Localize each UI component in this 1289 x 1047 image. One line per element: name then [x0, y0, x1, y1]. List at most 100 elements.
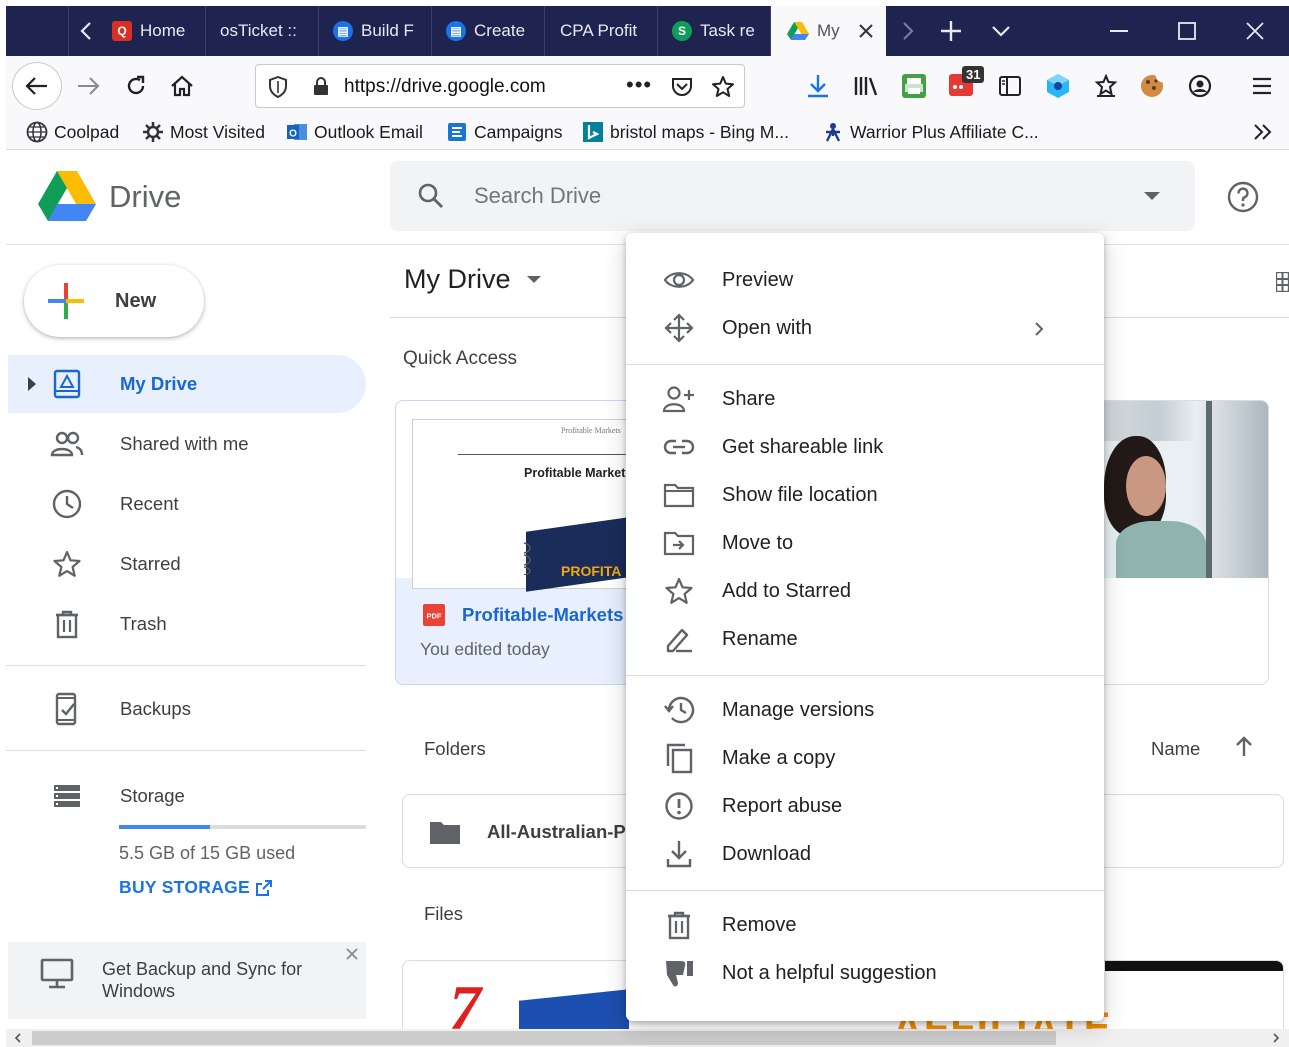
- menu-item-preview[interactable]: Preview: [626, 256, 1104, 304]
- close-icon[interactable]: [346, 948, 358, 960]
- reload-icon: [127, 75, 145, 95]
- downloads-button[interactable]: [800, 68, 836, 104]
- bookmark-coolpad[interactable]: Coolpad: [26, 114, 119, 150]
- sidebar-item-starred[interactable]: Starred: [8, 535, 366, 593]
- url-bar[interactable]: https://drive.google.com •••: [255, 64, 745, 108]
- computer-icon: [40, 958, 74, 989]
- tab-scroll-left-button[interactable]: [66, 6, 106, 56]
- my-drive-icon: [50, 367, 84, 401]
- extension-print-button[interactable]: [896, 68, 932, 104]
- menu-item-move-to[interactable]: Move to: [626, 519, 1104, 567]
- copy-icon: [662, 741, 696, 775]
- move-to-icon: [662, 526, 696, 560]
- drive-logo-icon[interactable]: [38, 170, 96, 222]
- menu-item-add-to-starred[interactable]: Add to Starred: [626, 567, 1104, 615]
- menu-item-not-a-helpful-suggestion[interactable]: Not a helpful suggestion: [626, 949, 1104, 997]
- bookmark-star-icon[interactable]: [711, 75, 735, 99]
- folder-name: All-Australian-P: [487, 821, 626, 842]
- bookmark-most-visited[interactable]: Most Visited: [142, 114, 265, 150]
- account-button[interactable]: [1182, 68, 1218, 104]
- search-icon[interactable]: [418, 183, 444, 209]
- chevron-left-icon[interactable]: [14, 1033, 22, 1043]
- back-button[interactable]: [12, 62, 62, 110]
- tab-build[interactable]: ▤ Build F: [319, 6, 432, 56]
- sidebar-item-trash[interactable]: Trash: [8, 595, 366, 653]
- tab-scroll-right-button[interactable]: [891, 6, 925, 56]
- extension-cube-button[interactable]: [1040, 68, 1076, 104]
- menu-divider: [626, 890, 1104, 891]
- list-tabs-button[interactable]: [976, 6, 1026, 56]
- tab-home[interactable]: Q Home: [106, 6, 206, 56]
- reload-button[interactable]: [116, 66, 156, 106]
- new-button[interactable]: New: [24, 265, 204, 337]
- tab-task[interactable]: S Task re: [658, 6, 771, 56]
- calendar-badge: 31: [962, 66, 985, 83]
- sidebar-toggle-button[interactable]: [992, 68, 1028, 104]
- clock-icon: [50, 487, 84, 521]
- scrollbar-thumb[interactable]: [32, 1031, 1056, 1045]
- sidebar-item-shared-with-me[interactable]: Shared with me: [8, 415, 366, 473]
- search-bar[interactable]: [390, 161, 1195, 231]
- extension-award-button[interactable]: [1088, 68, 1124, 104]
- backup-promo[interactable]: Get Backup and Sync for Windows: [8, 942, 366, 1019]
- bookmark-bristol-maps[interactable]: bristol maps - Bing M...: [582, 114, 789, 150]
- close-window-button[interactable]: [1222, 6, 1288, 56]
- buy-storage-link[interactable]: BUY STORAGE: [119, 877, 273, 898]
- sidebar-item-my-drive[interactable]: My Drive: [8, 355, 366, 413]
- chevron-left-icon: [80, 22, 91, 40]
- tab-create[interactable]: ▤ Create: [432, 6, 545, 56]
- menu-item-show-file-location[interactable]: Show file location: [626, 471, 1104, 519]
- sidebar-item-recent[interactable]: Recent: [8, 475, 366, 533]
- menu-item-remove[interactable]: Remove: [626, 901, 1104, 949]
- sidebar-item-backups[interactable]: Backups: [8, 680, 366, 738]
- lock-icon[interactable]: [312, 76, 330, 96]
- maximize-button[interactable]: [1154, 6, 1220, 56]
- sort-by-label[interactable]: Name: [1151, 738, 1200, 760]
- help-icon[interactable]: [1227, 181, 1259, 213]
- close-icon[interactable]: [858, 23, 874, 39]
- my-drive-title-button[interactable]: My Drive: [404, 264, 541, 295]
- new-tab-button[interactable]: [926, 6, 976, 56]
- expand-arrow-icon[interactable]: [28, 377, 36, 391]
- sidebar-item-storage[interactable]: Storage: [8, 767, 366, 825]
- tab-cpa-profit[interactable]: CPA Profit: [545, 6, 658, 56]
- tab-osticket[interactable]: osTicket ::: [206, 6, 319, 56]
- menu-button[interactable]: [1244, 68, 1280, 104]
- minimize-button[interactable]: [1086, 6, 1152, 56]
- search-options-icon[interactable]: [1144, 192, 1160, 200]
- arrow-up-icon[interactable]: [1234, 735, 1254, 757]
- horizontal-scrollbar[interactable]: [6, 1029, 1289, 1047]
- bookmark-outlook-email[interactable]: O Outlook Email: [286, 114, 423, 150]
- shield-icon[interactable]: [268, 76, 288, 98]
- page-actions-icon[interactable]: •••: [626, 74, 666, 99]
- chevron-right-icon[interactable]: [1272, 1033, 1280, 1043]
- bookmark-warrior-plus[interactable]: Warrior Plus Affiliate C...: [822, 114, 1039, 150]
- extension-calendar-button[interactable]: 31: [944, 64, 988, 104]
- search-input[interactable]: [474, 179, 1074, 213]
- menu-item-share[interactable]: Share: [626, 375, 1104, 423]
- grid-view-icon[interactable]: [1276, 272, 1289, 292]
- bookmarks-overflow-button[interactable]: [1252, 114, 1274, 150]
- extension-cookie-button[interactable]: [1134, 68, 1170, 104]
- quick-access-card[interactable]: [1085, 400, 1269, 685]
- quick-access-card[interactable]: Profitable Markets Profitable Market PRO…: [395, 400, 635, 685]
- menu-item-rename[interactable]: Rename: [626, 615, 1104, 663]
- forward-button[interactable]: [70, 66, 106, 106]
- menu-item-download[interactable]: Download: [626, 830, 1104, 878]
- library-button[interactable]: [848, 68, 884, 104]
- tab-my-drive[interactable]: My: [771, 6, 886, 56]
- menu-item-label: Report abuse: [722, 794, 843, 817]
- menu-item-get-shareable-link[interactable]: Get shareable link: [626, 423, 1104, 471]
- menu-item-open-with[interactable]: Open with: [626, 304, 1104, 352]
- chevron-down-icon: [526, 276, 541, 283]
- url-text[interactable]: https://drive.google.com: [344, 76, 546, 98]
- pocket-icon[interactable]: [670, 76, 694, 98]
- chevron-right-icon: [1035, 322, 1044, 336]
- menu-item-manage-versions[interactable]: Manage versions: [626, 686, 1104, 734]
- bookmark-campaigns[interactable]: Campaigns: [446, 114, 563, 150]
- gear-icon: [142, 121, 164, 143]
- printer-icon: [902, 74, 926, 98]
- home-button[interactable]: [162, 66, 202, 106]
- menu-item-make-a-copy[interactable]: Make a copy: [626, 734, 1104, 782]
- menu-item-report-abuse[interactable]: Report abuse: [626, 782, 1104, 830]
